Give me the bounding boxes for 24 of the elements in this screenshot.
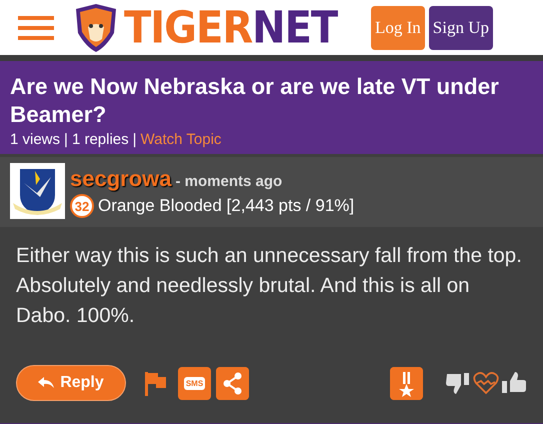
- separator: |: [132, 131, 137, 148]
- menu-icon[interactable]: [18, 14, 54, 40]
- post-time: - moments ago: [176, 173, 282, 190]
- rank-badge: 32: [70, 194, 94, 218]
- views-count: 1 views: [10, 131, 60, 148]
- heart-icon[interactable]: [473, 371, 499, 395]
- post-body: Either way this is such an unnecessary fall from the top. Absolutely and needlessly brutal. And this is all on Dabo. 100%.: [15, 243, 523, 329]
- login-button[interactable]: Log In: [370, 6, 425, 50]
- topic-title: Are we Now Nebraska or are we late VT under Beamer?: [10, 73, 500, 129]
- rank-text: Orange Blooded [2,443 pts / 91%]: [98, 196, 354, 216]
- reply-button[interactable]: Reply: [16, 365, 126, 401]
- flag-icon[interactable]: [144, 370, 168, 396]
- signup-button[interactable]: Sign Up: [428, 6, 493, 50]
- thumbs-up-icon[interactable]: [501, 371, 527, 395]
- sms-button[interactable]: SMS: [178, 366, 211, 400]
- medal-icon[interactable]: [390, 366, 423, 400]
- reply-arrow-icon: [38, 376, 54, 390]
- separator: |: [64, 131, 68, 148]
- replies-count: 1 replies: [72, 131, 129, 148]
- thumbs-down-icon[interactable]: [445, 371, 471, 395]
- share-icon[interactable]: [216, 366, 249, 400]
- author-name[interactable]: secgrowa: [70, 166, 172, 192]
- watch-topic-link[interactable]: Watch Topic: [140, 131, 222, 148]
- site-logo[interactable]: TIGERNET: [124, 6, 338, 50]
